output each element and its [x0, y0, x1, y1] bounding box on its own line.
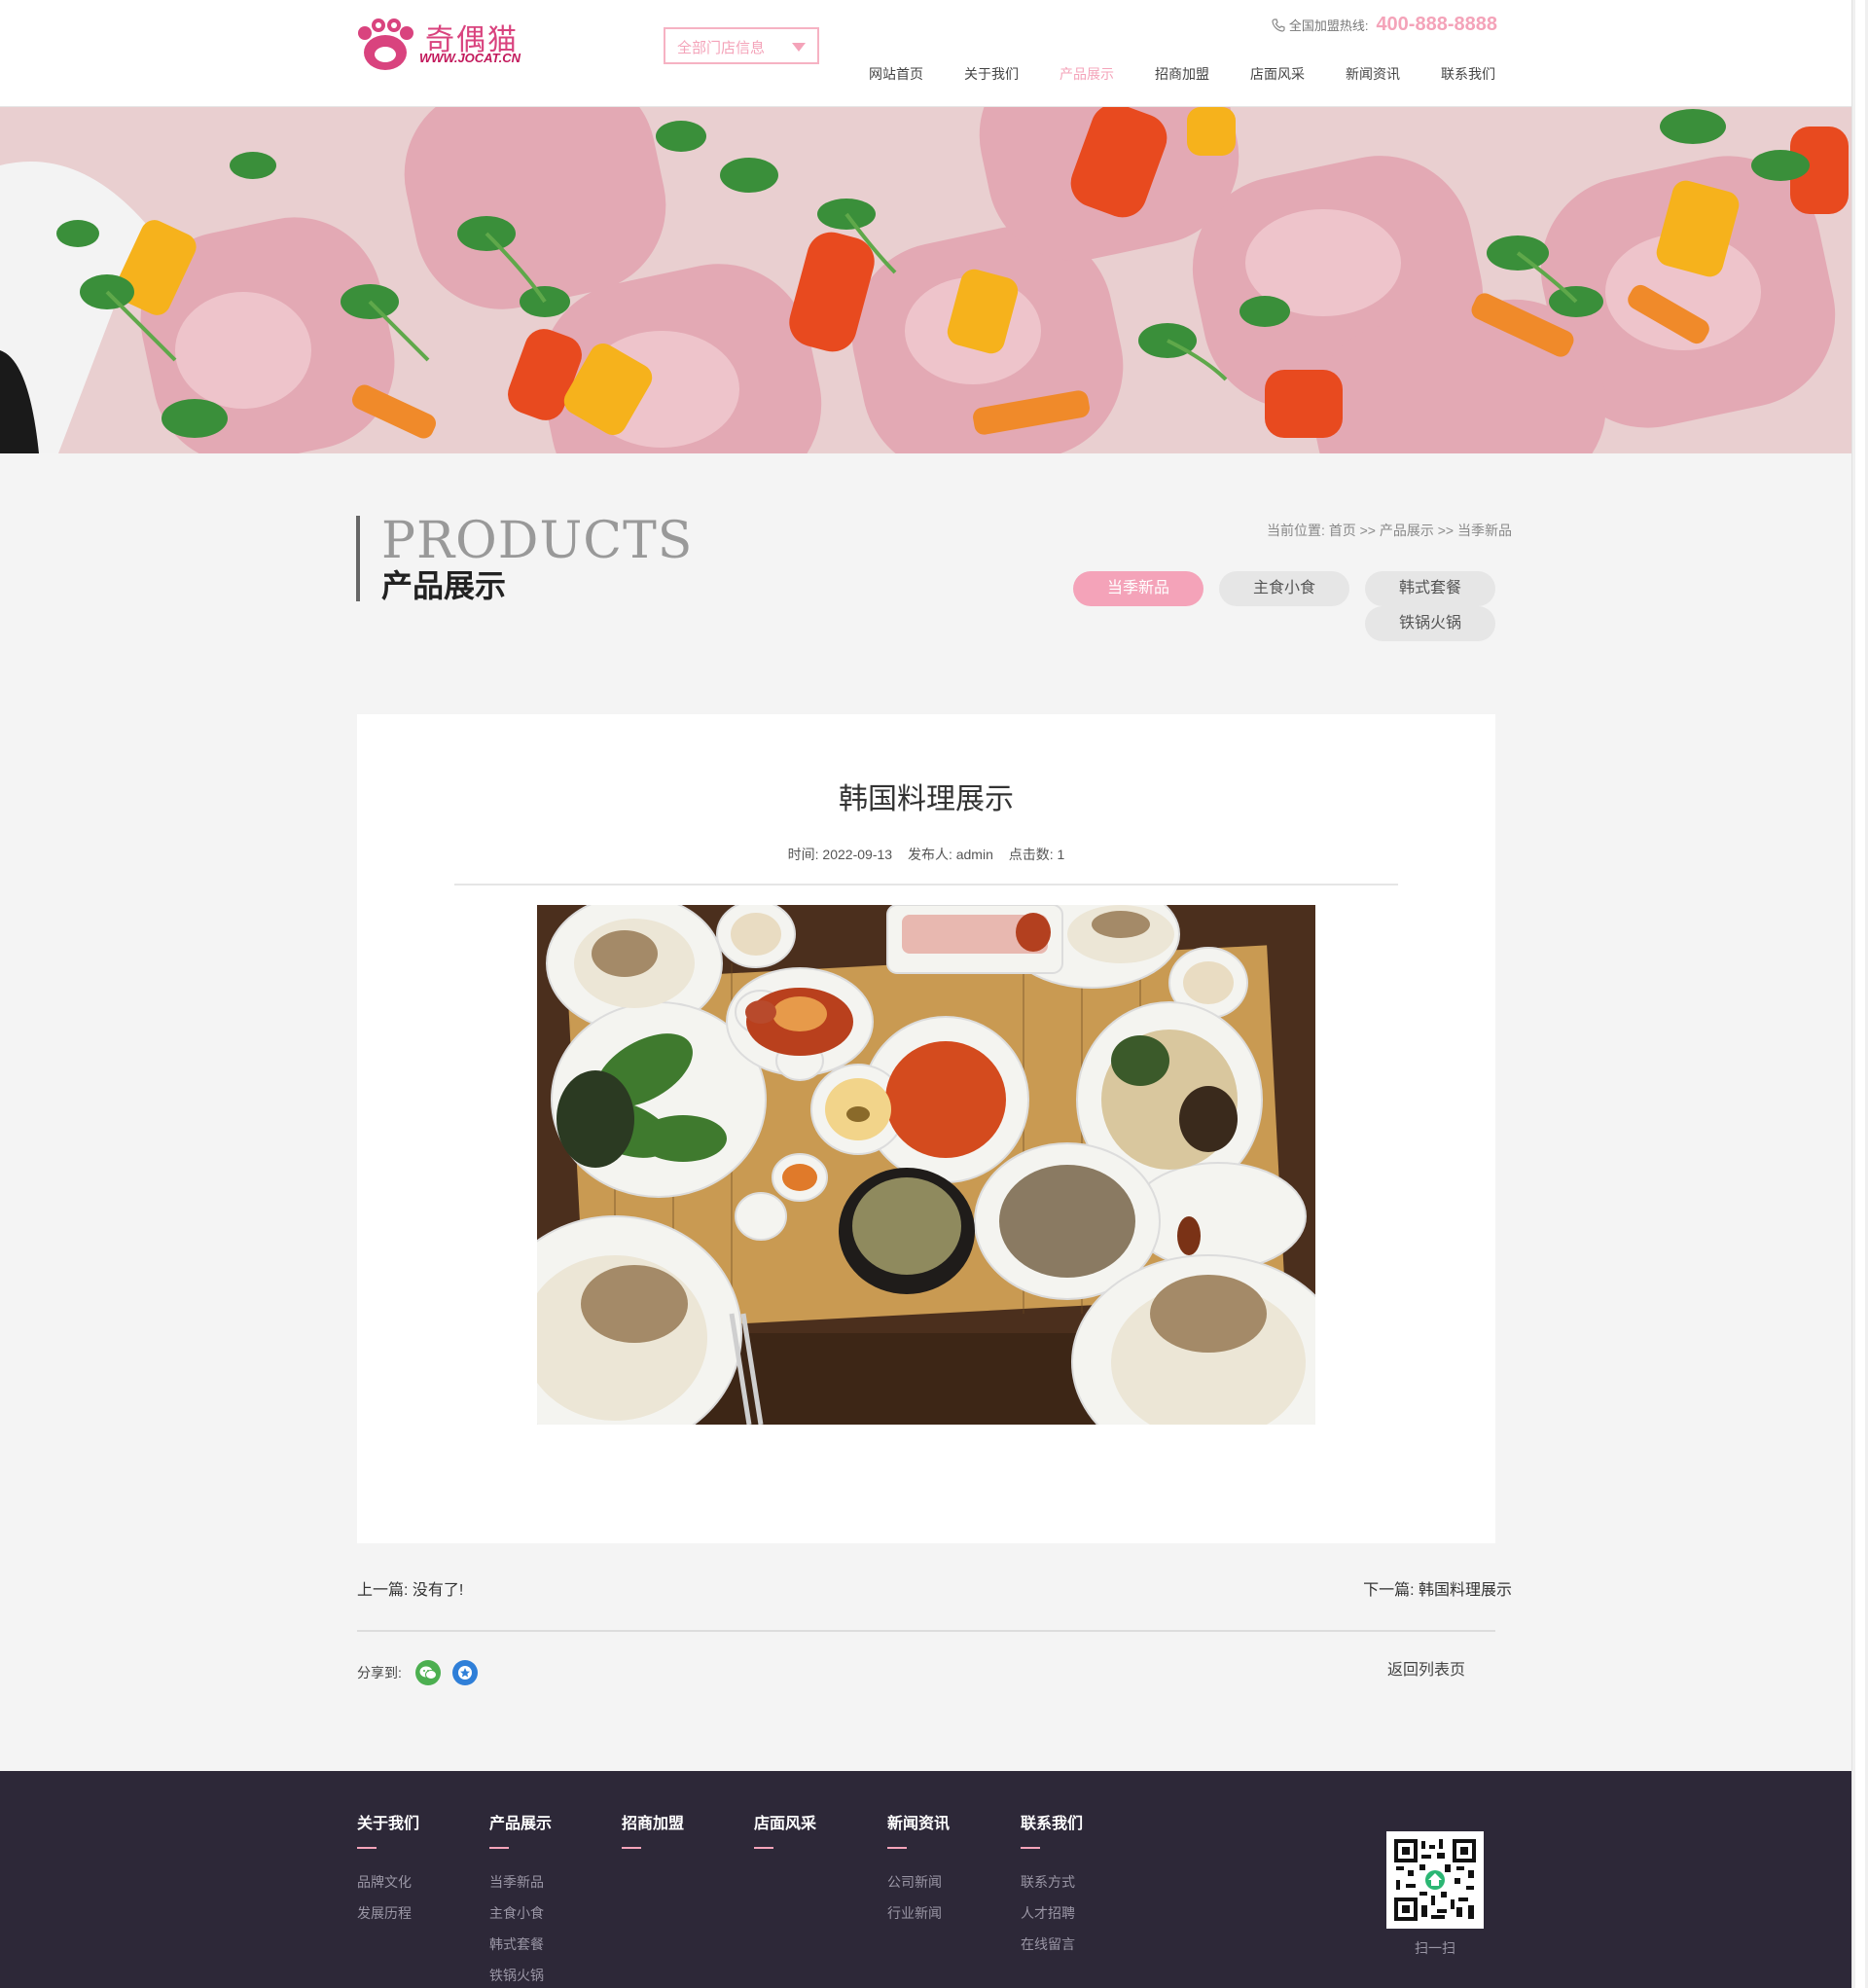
qr-label: 扫一扫 — [1415, 1940, 1455, 1956]
meat-roll-banner-illustration — [0, 107, 1851, 453]
prev-article-link[interactable]: 上一篇: 没有了! — [357, 1576, 463, 1600]
footer-col-title[interactable]: 产品展示 — [489, 1814, 552, 1835]
korean-table-illustration — [537, 905, 1315, 1425]
site-logo[interactable]: 奇偶猫 WWW.JOCAT.CN — [355, 16, 530, 74]
article-time: 时间: 2022-09-13 — [787, 847, 893, 862]
main-nav: 网站首页 关于我们 产品展示 招商加盟 店面风采 新闻资讯 联系我们 — [848, 64, 1516, 84]
nav-item-home[interactable]: 网站首页 — [848, 64, 944, 84]
page-title-en: PRODUCTS — [381, 512, 694, 570]
footer-link[interactable]: 韩式套餐 — [489, 1929, 552, 1960]
footer-col-title[interactable]: 关于我们 — [357, 1814, 419, 1835]
article-card: 韩国料理展示 时间: 2022-09-13 发布人: admin 点击数: 1 — [357, 714, 1495, 1543]
footer-link[interactable]: 公司新闻 — [887, 1866, 950, 1898]
nav-item-news[interactable]: 新闻资讯 — [1325, 64, 1420, 84]
site-header: 奇偶猫 WWW.JOCAT.CN 全部门店信息 全国加盟热线: 400-888-… — [0, 0, 1851, 107]
nav-item-about[interactable]: 关于我们 — [944, 64, 1039, 84]
back-to-list-link[interactable]: 返回列表页 — [1387, 1656, 1465, 1680]
footer-link[interactable]: 主食小食 — [489, 1898, 552, 1929]
footer-link[interactable]: 人才招聘 — [1021, 1898, 1083, 1929]
nav-item-stores[interactable]: 店面风采 — [1230, 64, 1325, 84]
store-select-dropdown[interactable]: 全部门店信息 — [664, 27, 819, 64]
logo-url: WWW.JOCAT.CN — [419, 51, 521, 65]
share-bar: 分享到: — [357, 1660, 478, 1685]
hotline: 全国加盟热线: 400-888-8888 — [1272, 14, 1497, 36]
article-hits: 点击数: 1 — [1008, 847, 1065, 862]
nav-item-products[interactable]: 产品展示 — [1039, 64, 1134, 84]
footer-col-title[interactable]: 新闻资讯 — [887, 1814, 950, 1835]
article-photo-korean-meal — [537, 905, 1315, 1425]
tab-korean-set[interactable]: 韩式套餐 — [1365, 571, 1495, 606]
footer-link[interactable]: 当季新品 — [489, 1866, 552, 1898]
hero-banner-image — [0, 107, 1851, 453]
footer-link[interactable]: 行业新闻 — [887, 1898, 950, 1929]
next-article-link[interactable]: 下一篇: 韩国料理展示 — [1363, 1576, 1512, 1600]
nav-item-contact[interactable]: 联系我们 — [1420, 64, 1516, 84]
footer-link[interactable]: 铁锅火锅 — [489, 1960, 552, 1988]
article-title: 韩国料理展示 — [839, 783, 1014, 815]
tab-iron-hotpot[interactable]: 铁锅火锅 — [1365, 606, 1495, 641]
favorite-star-icon[interactable] — [451, 1660, 478, 1685]
article-divider — [454, 884, 1398, 886]
footer-col-title[interactable]: 联系我们 — [1021, 1814, 1083, 1835]
hotline-label: 全国加盟热线: — [1288, 18, 1369, 33]
footer-link[interactable]: 品牌文化 — [357, 1866, 419, 1898]
footer-link[interactable]: 联系方式 — [1021, 1866, 1083, 1898]
footer-col-title[interactable]: 招商加盟 — [622, 1814, 684, 1835]
footer-col-products: 产品展示 当季新品 主食小食 韩式套餐 铁锅火锅 — [489, 1814, 552, 1988]
tab-snacks[interactable]: 主食小食 — [1219, 571, 1349, 606]
store-select-value: 全部门店信息 — [677, 40, 766, 56]
scrollbar-thumb[interactable] — [1855, 0, 1865, 1988]
nav-item-franchise[interactable]: 招商加盟 — [1134, 64, 1230, 84]
footer-col-underline — [887, 1847, 907, 1849]
page-title-cn: 产品展示 — [381, 568, 507, 603]
footer-col-stores: 店面风采 — [754, 1814, 816, 1866]
qr-code-icon — [1386, 1831, 1484, 1929]
phone-icon — [1272, 18, 1285, 32]
footer-col-news: 新闻资讯 公司新闻 行业新闻 — [887, 1814, 950, 1929]
vertical-scrollbar[interactable] — [1851, 0, 1868, 1988]
page-title-block: PRODUCTS 产品展示 — [356, 512, 694, 603]
share-label: 分享到: — [357, 1665, 402, 1681]
footer-link[interactable]: 在线留言 — [1021, 1929, 1083, 1960]
footer-col-about: 关于我们 品牌文化 发展历程 — [357, 1814, 419, 1929]
footer-col-underline — [357, 1847, 377, 1849]
article-author: 发布人: admin — [907, 847, 993, 862]
article-meta: 时间: 2022-09-13 发布人: admin 点击数: 1 — [357, 845, 1495, 864]
breadcrumb[interactable]: 当前位置: 首页 >> 产品展示 >> 当季新品 — [1267, 521, 1512, 540]
footer-col-contact: 联系我们 联系方式 人才招聘 在线留言 — [1021, 1814, 1083, 1960]
wechat-icon[interactable] — [414, 1660, 441, 1685]
paw-logo-icon — [358, 18, 413, 70]
footer-col-franchise: 招商加盟 — [622, 1814, 684, 1866]
hotline-number[interactable]: 400-888-8888 — [1376, 14, 1497, 36]
tab-new-season[interactable]: 当季新品 — [1073, 571, 1203, 606]
chevron-down-icon — [792, 43, 806, 52]
site-footer: 关于我们 品牌文化 发展历程 产品展示 当季新品 主食小食 韩式套餐 铁锅火锅 … — [0, 1771, 1851, 1988]
footer-col-underline — [1021, 1847, 1040, 1849]
footer-col-underline — [622, 1847, 641, 1849]
footer-col-title[interactable]: 店面风采 — [754, 1814, 816, 1835]
footer-link[interactable]: 发展历程 — [357, 1898, 419, 1929]
footer-col-underline — [754, 1847, 773, 1849]
section-divider — [357, 1630, 1495, 1632]
footer-col-underline — [489, 1847, 509, 1849]
